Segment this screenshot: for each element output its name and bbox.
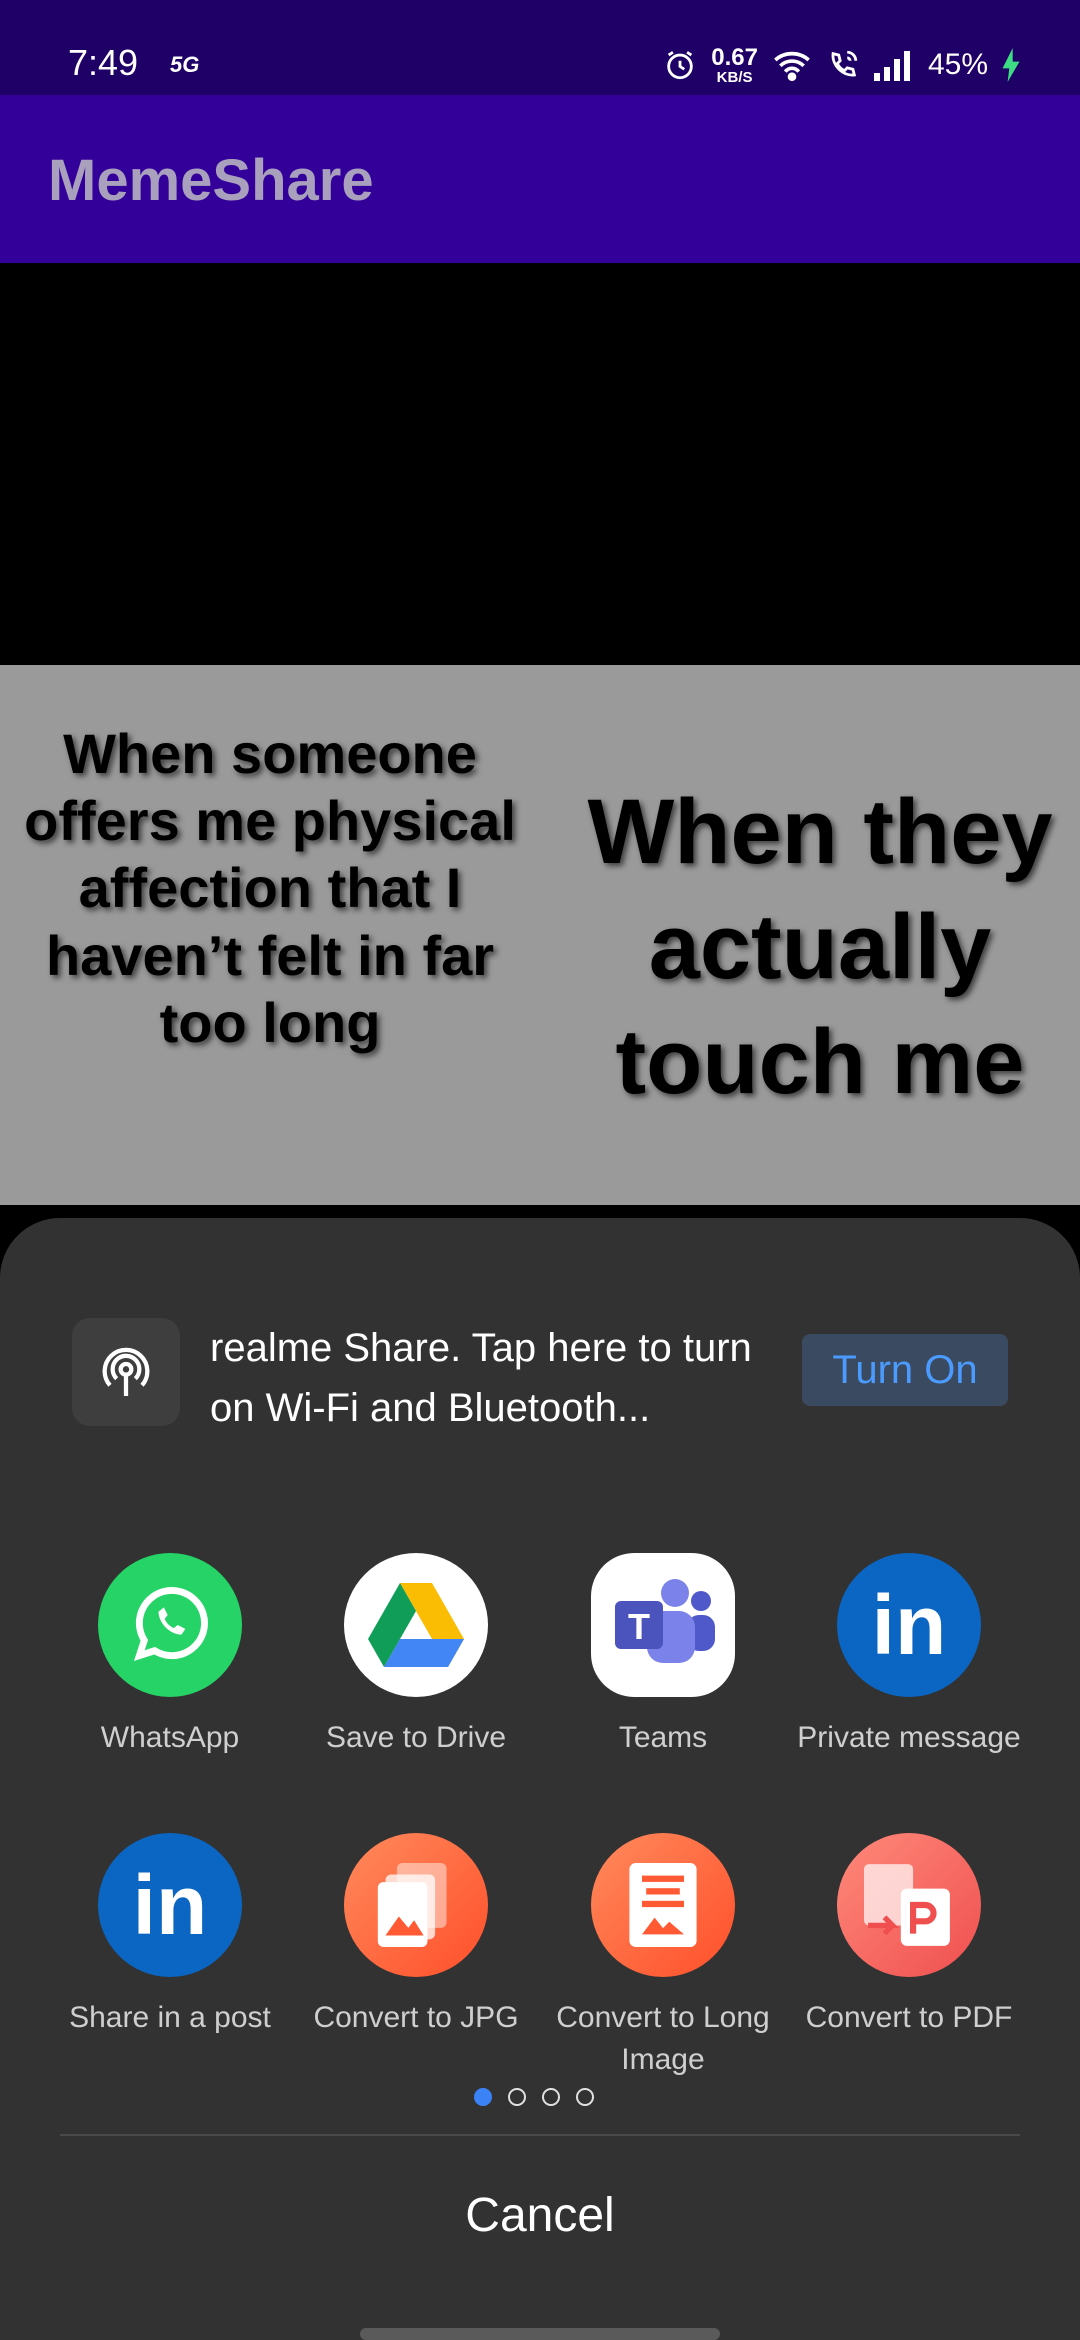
alarm-icon bbox=[667, 51, 693, 80]
app-label: Teams bbox=[618, 1721, 708, 1754]
page-dot[interactable] bbox=[576, 2088, 594, 2106]
signal-icon bbox=[873, 51, 910, 81]
share-target-convert-jpg[interactable]: Convert to JPG bbox=[293, 1833, 539, 2039]
battery-level: 45% bbox=[927, 48, 988, 81]
network-speed-value: 0.67 bbox=[711, 43, 758, 71]
app-label: Private message bbox=[797, 1721, 1021, 1754]
realme-share-icon[interactable] bbox=[72, 1318, 180, 1426]
share-sheet: realme Share. Tap here to turn on Wi-Fi … bbox=[0, 1218, 1080, 2340]
page-dot[interactable] bbox=[508, 2088, 526, 2106]
share-target-linkedin-message[interactable]: in Private message bbox=[786, 1553, 1032, 1759]
page-indicator bbox=[474, 2088, 594, 2106]
share-target-convert-pdf[interactable]: Convert to PDF bbox=[786, 1833, 1032, 2039]
app-label: Save to Drive bbox=[325, 1721, 507, 1754]
charging-icon bbox=[1002, 48, 1020, 82]
pdf-convert-icon bbox=[837, 1833, 981, 1977]
home-indicator[interactable] bbox=[360, 2328, 720, 2340]
share-target-drive[interactable]: Save to Drive bbox=[293, 1553, 539, 1759]
wifi-icon bbox=[774, 51, 810, 81]
cancel-button[interactable]: Cancel bbox=[0, 2188, 1080, 2243]
app-label: Convert to PDF bbox=[805, 2001, 1013, 2034]
wifi-calling-icon bbox=[831, 50, 858, 77]
status-time: 7:49 bbox=[68, 42, 139, 83]
teams-icon: T bbox=[591, 1553, 735, 1697]
share-target-linkedin-post[interactable]: in Share in a post bbox=[47, 1833, 293, 2039]
realme-share-text[interactable]: realme Share. Tap here to turn on Wi-Fi … bbox=[210, 1318, 770, 1438]
divider bbox=[60, 2134, 1020, 2136]
app-label: WhatsApp bbox=[100, 1721, 240, 1754]
svg-text:T: T bbox=[628, 1606, 650, 1647]
meme-background bbox=[0, 263, 1080, 665]
share-target-whatsapp[interactable]: WhatsApp bbox=[47, 1553, 293, 1759]
status-bar: 7:49 5G 0.67 KB/S 45% bbox=[0, 0, 1080, 95]
network-speed: 0.67 KB/S bbox=[711, 43, 758, 86]
app-label: Convert to Long Image bbox=[556, 2001, 770, 2076]
google-drive-icon bbox=[344, 1553, 488, 1697]
long-image-icon bbox=[591, 1833, 735, 1977]
share-target-convert-long-image[interactable]: Convert to Long Image bbox=[540, 1833, 786, 2081]
status-icons: 0.67 KB/S 45% bbox=[663, 42, 1020, 88]
image-convert-icon bbox=[344, 1833, 488, 1977]
share-target-teams[interactable]: T Teams bbox=[540, 1553, 786, 1759]
app-label: Share in a post bbox=[69, 2001, 271, 2034]
turn-on-button[interactable]: Turn On bbox=[802, 1334, 1008, 1406]
meme-right-caption: When they actually touch me bbox=[587, 781, 1053, 1113]
page-dot-active[interactable] bbox=[474, 2088, 492, 2106]
linkedin-icon: in bbox=[98, 1833, 242, 1977]
whatsapp-icon bbox=[98, 1553, 242, 1697]
network-type-icon: 5G bbox=[170, 52, 200, 77]
meme-left-caption: When someone offers me physical affectio… bbox=[24, 722, 516, 1054]
app-label: Convert to JPG bbox=[313, 2001, 519, 2034]
app-title: MemeShare bbox=[48, 148, 374, 213]
linkedin-icon: in bbox=[837, 1553, 981, 1697]
page-dot[interactable] bbox=[542, 2088, 560, 2106]
app-bar: MemeShare bbox=[0, 95, 1080, 263]
meme-image: When someone offers me physical affectio… bbox=[0, 665, 1080, 1205]
network-speed-unit: KB/S bbox=[716, 68, 753, 86]
